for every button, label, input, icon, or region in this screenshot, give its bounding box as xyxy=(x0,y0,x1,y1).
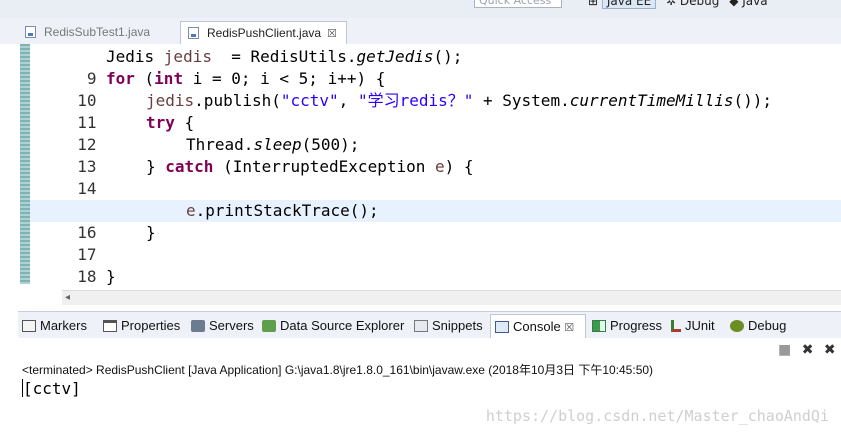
editor-ruler xyxy=(0,44,18,290)
terminate-icon[interactable]: ■ xyxy=(778,342,791,358)
view-tab-bar: Markers Properties Servers Data Source E… xyxy=(18,311,841,339)
main-toolbar: Quick Access ⊞ Java EE ✲ Debug ◆ Java xyxy=(0,0,841,18)
change-marker-column xyxy=(20,44,30,284)
servers-icon xyxy=(191,320,205,332)
tab-markers[interactable]: Markers xyxy=(22,314,87,338)
open-perspective-icon[interactable]: ⊞ xyxy=(588,0,598,8)
perspective-java-ee[interactable]: Java EE xyxy=(601,0,657,9)
java-file-icon xyxy=(25,26,36,38)
code-line[interactable]: 12 try { xyxy=(30,112,841,154)
tab-redissubtest1[interactable]: RedisSubTest1.java xyxy=(18,21,178,44)
console-status: <terminated> RedisPushClient [Java Appli… xyxy=(22,363,654,377)
code-line[interactable]: 10 for (int i = 0; i < 5; i++) { xyxy=(30,68,841,110)
code-line[interactable]: 18 xyxy=(30,244,841,286)
perspective-java[interactable]: ◆ Java xyxy=(729,0,767,8)
editor-tab-bar: RedisSubTest1.java RedisPushClient.java ☒ xyxy=(0,18,841,45)
tab-progress[interactable]: Progress xyxy=(592,314,662,338)
console-toolbar: ■ ✖ ✖ xyxy=(778,342,841,358)
tab-label: RedisSubTest1.java xyxy=(44,25,151,39)
tab-debug[interactable]: Debug xyxy=(730,314,786,338)
markers-icon xyxy=(22,320,36,332)
remove-launch-icon[interactable]: ✖ xyxy=(802,342,814,358)
tab-label: RedisPushClient.java xyxy=(207,26,322,40)
code-line[interactable]: 13 Thread.sleep(500); xyxy=(30,134,841,176)
console-icon xyxy=(495,321,509,333)
code-line[interactable]: 19 } xyxy=(30,266,841,308)
tab-servers[interactable]: Servers xyxy=(191,314,254,338)
perspective-debug[interactable]: ✲ Debug xyxy=(666,0,719,8)
data-source-icon xyxy=(262,320,276,332)
perspective-bar: ⊞ Java EE ✲ Debug ◆ Java xyxy=(588,0,768,9)
scroll-left-icon[interactable]: ◂ xyxy=(65,291,70,305)
properties-icon xyxy=(103,320,117,332)
tab-console[interactable]: Console ☒ xyxy=(490,314,586,338)
tab-snippets[interactable]: Snippets xyxy=(414,314,483,338)
close-icon[interactable]: ☒ xyxy=(564,322,574,334)
debug-icon xyxy=(730,320,744,332)
code-line-current[interactable]: 16 e.printStackTrace(); xyxy=(30,200,841,242)
tab-junit[interactable]: JUnit xyxy=(671,314,715,338)
java-file-icon xyxy=(188,27,199,39)
tab-data-source-explorer[interactable]: Data Source Explorer xyxy=(262,314,404,338)
code-line[interactable]: 15 xyxy=(30,178,841,220)
tab-properties[interactable]: Properties xyxy=(103,314,180,338)
quick-access-input[interactable]: Quick Access xyxy=(474,0,562,8)
tab-redispushclient[interactable]: RedisPushClient.java ☒ xyxy=(180,21,347,44)
snippets-icon xyxy=(414,320,428,332)
console-output[interactable]: [cctv] xyxy=(22,379,81,398)
code-line[interactable]: 9 Jedis jedis = RedisUtils.getJedis(); xyxy=(30,46,841,88)
code-line[interactable]: 11 jedis.publish("cctv", "学习redis？" + Sy… xyxy=(30,90,841,132)
watermark: https://blog.csdn.net/Master_chaoAndQi xyxy=(485,407,829,425)
code-editor[interactable]: 9 Jedis jedis = RedisUtils.getJedis(); 1… xyxy=(0,44,841,308)
close-icon[interactable]: ☒ xyxy=(327,28,337,40)
progress-icon xyxy=(592,320,606,332)
remove-all-icon[interactable]: ✖ xyxy=(824,342,836,358)
junit-icon xyxy=(671,320,681,332)
code-line[interactable]: 14 } catch (InterruptedException e) { xyxy=(30,156,841,198)
code-line[interactable]: 17 } xyxy=(30,222,841,264)
horizontal-scrollbar[interactable]: ◂ xyxy=(62,290,841,305)
